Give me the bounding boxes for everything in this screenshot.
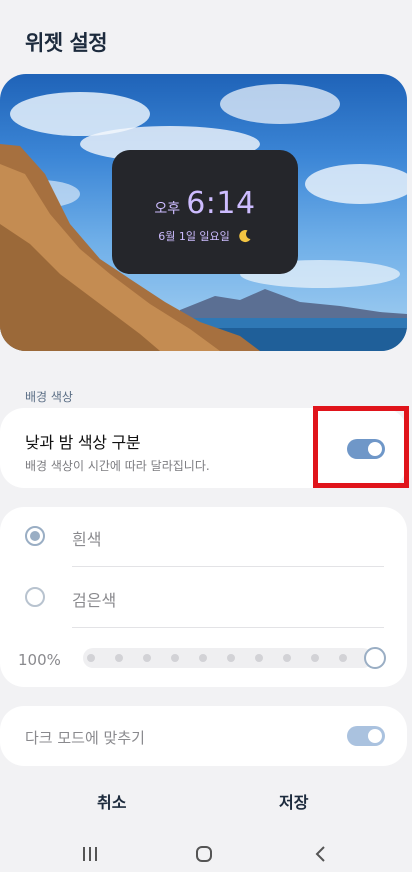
color-options-card: 흰색 검은색 100% (0, 507, 407, 687)
date-label: 6월 1일 일요일 (158, 230, 230, 243)
slider-tick (143, 654, 151, 662)
slider-tick (227, 654, 235, 662)
option-label-white: 흰색 (72, 530, 102, 549)
divider (72, 627, 384, 628)
clock-time: 6:14 (186, 186, 256, 221)
day-night-title: 낮과 밤 색상 구분 (25, 433, 141, 452)
option-black[interactable]: 검은색 (0, 568, 407, 626)
dark-mode-label: 다크 모드에 맞추기 (25, 729, 145, 747)
slider-tick (115, 654, 123, 662)
clock-widget: 오후 6:14 6월 1일 일요일 (112, 150, 298, 274)
day-night-description: 배경 색상이 시간에 따라 달라집니다. (25, 459, 210, 473)
slider-tick (87, 654, 95, 662)
dark-mode-toggle[interactable] (347, 726, 385, 746)
divider (72, 566, 384, 567)
slider-tick (199, 654, 207, 662)
slider-tick (255, 654, 263, 662)
slider-tick (311, 654, 319, 662)
opacity-value: 100% (18, 651, 61, 669)
recent-apps-icon[interactable] (80, 844, 100, 864)
radio-white[interactable] (25, 526, 45, 546)
ampm-label: 오후 (154, 201, 181, 217)
back-icon[interactable] (311, 844, 331, 864)
toggle-knob (368, 729, 382, 743)
save-button[interactable]: 저장 (279, 789, 308, 813)
opacity-slider-thumb[interactable] (364, 647, 386, 669)
moon-icon (239, 230, 251, 243)
opacity-slider[interactable] (83, 648, 373, 668)
option-label-black: 검은색 (72, 591, 117, 610)
home-icon[interactable] (194, 844, 214, 864)
slider-tick (171, 654, 179, 662)
highlight-box (313, 406, 409, 488)
widget-preview: 오후 6:14 6월 1일 일요일 (0, 74, 407, 351)
slider-tick (339, 654, 347, 662)
slider-tick (283, 654, 291, 662)
section-label-background-color: 배경 색상 (25, 390, 73, 404)
radio-black[interactable] (25, 587, 45, 607)
dark-mode-setting[interactable]: 다크 모드에 맞추기 (0, 706, 407, 766)
cancel-button[interactable]: 취소 (97, 789, 126, 813)
option-white[interactable]: 흰색 (0, 507, 407, 565)
page-title: 위젯 설정 (25, 31, 108, 55)
navigation-bar (0, 836, 412, 872)
